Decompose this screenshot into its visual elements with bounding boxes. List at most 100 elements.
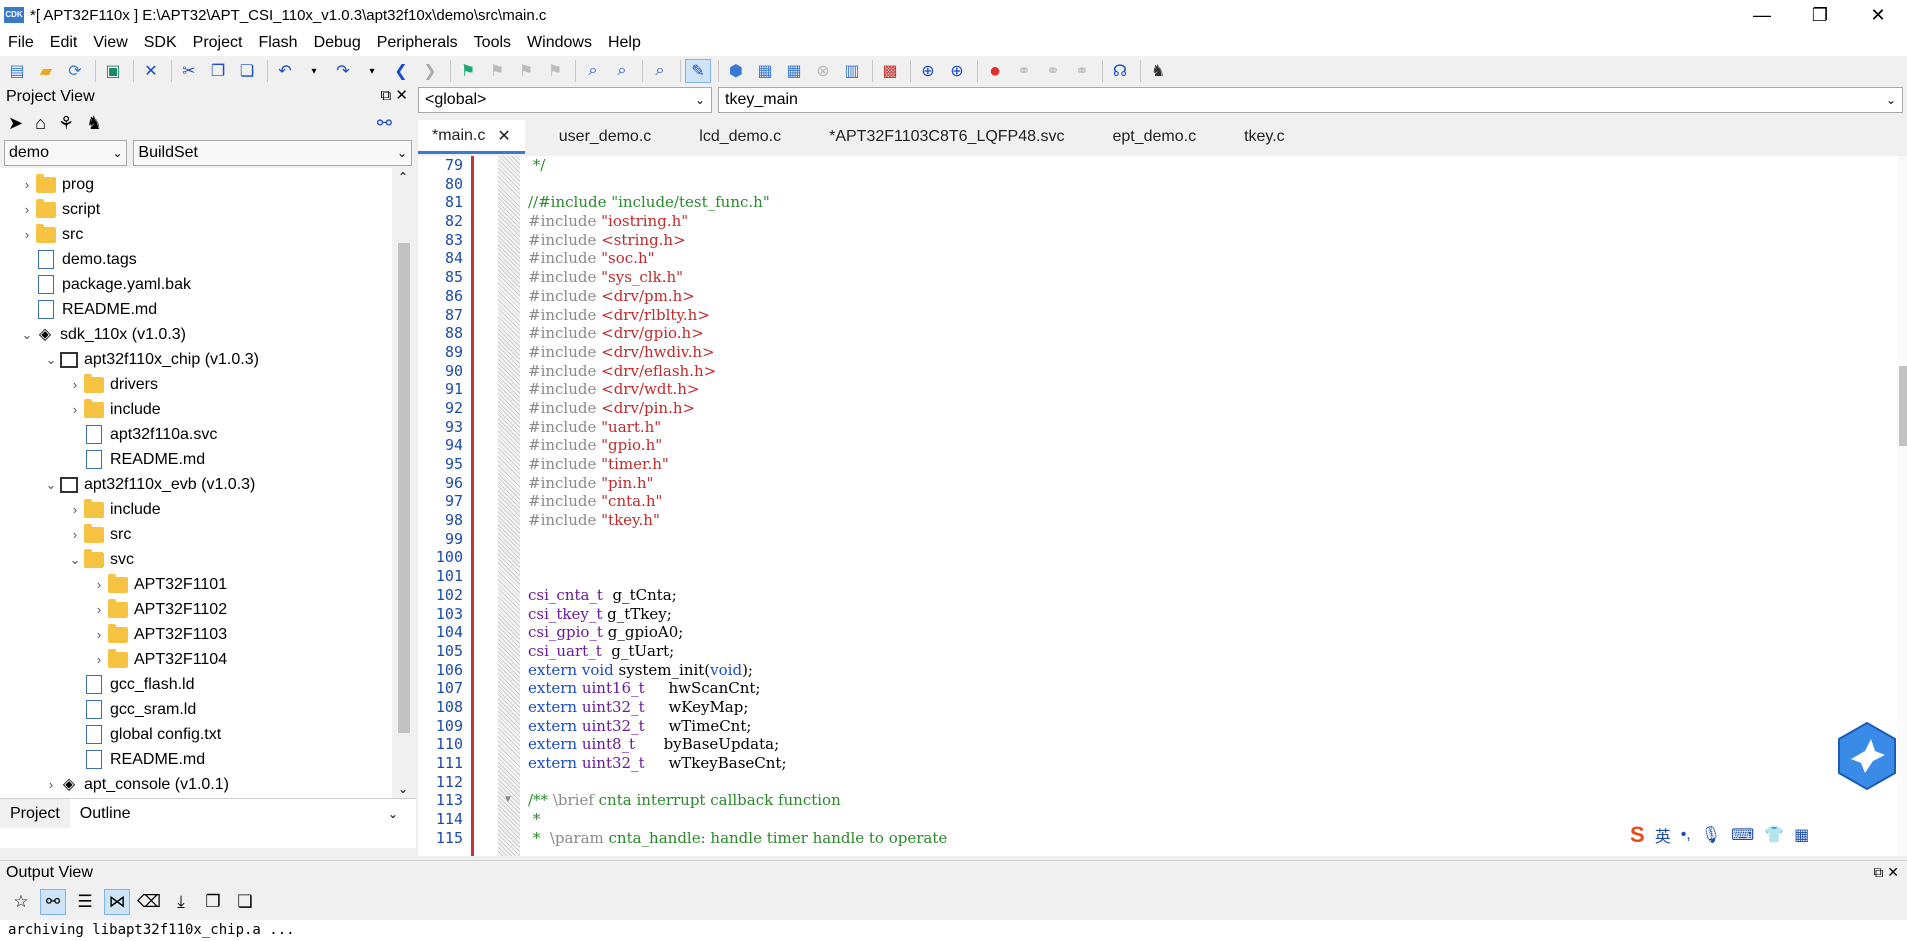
tab-outline[interactable]: Outline: [69, 798, 416, 829]
remove-breakpoints-icon[interactable]: ⚭: [1069, 59, 1095, 83]
scroll-thumb[interactable]: [1899, 366, 1907, 446]
link-icon[interactable]: ⚭: [1040, 59, 1066, 83]
build-all-icon[interactable]: ▦: [752, 59, 778, 83]
chevron-right-icon[interactable]: ›: [90, 627, 108, 642]
chevron-right-icon[interactable]: ›: [66, 527, 84, 542]
menu-item-project[interactable]: Project: [185, 34, 251, 52]
maximize-button[interactable]: ❐: [1791, 0, 1849, 30]
headset-icon[interactable]: ☊: [1107, 59, 1133, 83]
code-line[interactable]: */: [520, 156, 1890, 175]
flash-download-icon[interactable]: ▩: [877, 59, 903, 83]
code-line[interactable]: [520, 567, 1890, 586]
code-line[interactable]: extern uint32_t wKeyMap;: [520, 698, 1890, 717]
float-panel-icon[interactable]: ⧉: [381, 87, 392, 104]
code-line[interactable]: #include <drv/rlblty.h>: [520, 306, 1890, 325]
tree-item[interactable]: apt32f110a.svc: [0, 422, 416, 447]
chevron-right-icon[interactable]: ›: [42, 777, 60, 792]
fox-icon[interactable]: ♞: [86, 113, 102, 134]
menu-item-sdk[interactable]: SDK: [136, 34, 185, 52]
assistant-bird-icon[interactable]: [1835, 721, 1899, 791]
code-line[interactable]: csi_cnta_t g_tCnta;: [520, 586, 1890, 605]
editor-tab[interactable]: ept_demo.c: [1098, 120, 1210, 154]
chevron-down-icon[interactable]: ⌄: [18, 327, 36, 343]
forward-icon[interactable]: ❯: [417, 59, 443, 83]
code-line[interactable]: #include "tkey.h": [520, 511, 1890, 530]
chevron-right-icon[interactable]: ›: [90, 577, 108, 592]
reload-icon[interactable]: ⟳: [62, 59, 88, 83]
code-line[interactable]: #include <drv/wdt.h>: [520, 380, 1890, 399]
code-line[interactable]: #include "soc.h": [520, 249, 1890, 268]
build-icon[interactable]: ⬢: [723, 59, 749, 83]
navigate-icon[interactable]: ➤: [8, 113, 23, 134]
chevron-right-icon[interactable]: ›: [18, 177, 36, 192]
code-line[interactable]: #include <drv/gpio.h>: [520, 324, 1890, 343]
chevron-right-icon[interactable]: ›: [66, 402, 84, 417]
menu-item-flash[interactable]: Flash: [250, 34, 305, 52]
clear-output-icon[interactable]: ⌫: [136, 889, 162, 915]
function-combo[interactable]: tkey_main ⌄: [718, 87, 1903, 113]
tree-item[interactable]: global config.txt: [0, 722, 416, 747]
back-icon[interactable]: ❮: [388, 59, 414, 83]
code-line[interactable]: #include "iostring.h": [520, 212, 1890, 231]
code-line[interactable]: [520, 175, 1890, 194]
scope-combo[interactable]: <global> ⌄: [418, 87, 712, 113]
tree-item[interactable]: › APT32F1103: [0, 622, 416, 647]
minimize-button[interactable]: —: [1733, 0, 1791, 30]
home-icon[interactable]: ⌂: [35, 113, 46, 134]
open-folder-icon[interactable]: ▰: [33, 59, 59, 83]
keyboard-icon[interactable]: ⌨: [1731, 825, 1754, 845]
code-line[interactable]: #include <drv/hwdiv.h>: [520, 343, 1890, 362]
tree-item[interactable]: ⌄ apt32f110x_evb (v1.0.3): [0, 472, 416, 497]
bookmark-flag-icon[interactable]: ⚑: [455, 59, 481, 83]
tree-item[interactable]: › prog: [0, 172, 416, 197]
microphone-icon[interactable]: 🎙: [1701, 825, 1721, 845]
code-line[interactable]: #include <string.h>: [520, 231, 1890, 250]
debug-start-icon[interactable]: ⊕: [915, 59, 941, 83]
split-icon[interactable]: ⋈: [104, 889, 130, 915]
chevron-down-icon[interactable]: ⌄: [66, 552, 84, 568]
new-file-icon[interactable]: ▤: [4, 59, 30, 83]
breakpoint-icon[interactable]: ●: [982, 59, 1008, 83]
tree-item[interactable]: ⌄ ◈ sdk_110x (v1.0.3): [0, 322, 416, 347]
fold-margin[interactable]: [498, 156, 520, 856]
find-replace-icon[interactable]: ⌕: [609, 59, 635, 83]
tree-item[interactable]: package.yaml.bak: [0, 272, 416, 297]
code-area[interactable]: *///#include "include/test_func.h" #inclu…: [520, 156, 1890, 847]
menu-item-view[interactable]: View: [85, 34, 135, 52]
tab-project[interactable]: Project: [0, 799, 70, 829]
chevron-down-icon[interactable]: ⌄: [42, 477, 60, 493]
code-line[interactable]: #include "uart.h": [520, 418, 1890, 437]
save-icon[interactable]: ▣: [100, 59, 126, 83]
bookmark-clear-icon[interactable]: ⚑: [542, 59, 568, 83]
code-line[interactable]: csi_uart_t g_tUart;: [520, 642, 1890, 661]
tree-item[interactable]: › APT32F1104: [0, 647, 416, 672]
ime-logo-icon[interactable]: S: [1630, 822, 1645, 848]
menu-item-peripherals[interactable]: Peripherals: [369, 34, 466, 52]
close-button[interactable]: ✕: [1849, 0, 1907, 30]
menu-item-tools[interactable]: Tools: [466, 34, 519, 52]
tree-item[interactable]: › ◈ apt_console (v1.0.1): [0, 772, 416, 797]
tree-item[interactable]: › include: [0, 497, 416, 522]
code-line[interactable]: #include "gpio.h": [520, 436, 1890, 455]
tree-item[interactable]: ⌄ svc: [0, 547, 416, 572]
project-select[interactable]: demo ⌄: [4, 140, 128, 166]
code-line[interactable]: extern uint32_t wTimeCnt;: [520, 717, 1890, 736]
paste-icon[interactable]: ❏: [234, 59, 260, 83]
scroll-up-icon[interactable]: ⌃: [398, 170, 408, 184]
tree-item[interactable]: › APT32F1102: [0, 597, 416, 622]
menu-item-debug[interactable]: Debug: [306, 34, 369, 52]
toolbox-icon[interactable]: ▦: [1794, 825, 1809, 845]
chevron-down-icon[interactable]: ▾: [301, 59, 327, 83]
tree-item[interactable]: README.md: [0, 297, 416, 322]
tree-item[interactable]: › APT32F1101: [0, 572, 416, 597]
chevron-down-icon[interactable]: ⌄: [42, 352, 60, 368]
tree-item[interactable]: › src: [0, 522, 416, 547]
bookmark-prev-icon[interactable]: ⚑: [484, 59, 510, 83]
code-line[interactable]: [520, 773, 1890, 792]
chevron-down-icon[interactable]: ▾: [359, 59, 385, 83]
link-editor-icon[interactable]: ⚯: [377, 113, 392, 134]
bookmark-next-icon[interactable]: ⚑: [513, 59, 539, 83]
menu-item-help[interactable]: Help: [600, 34, 649, 52]
tree-item[interactable]: › script: [0, 197, 416, 222]
find-icon[interactable]: ⌕: [580, 59, 606, 83]
